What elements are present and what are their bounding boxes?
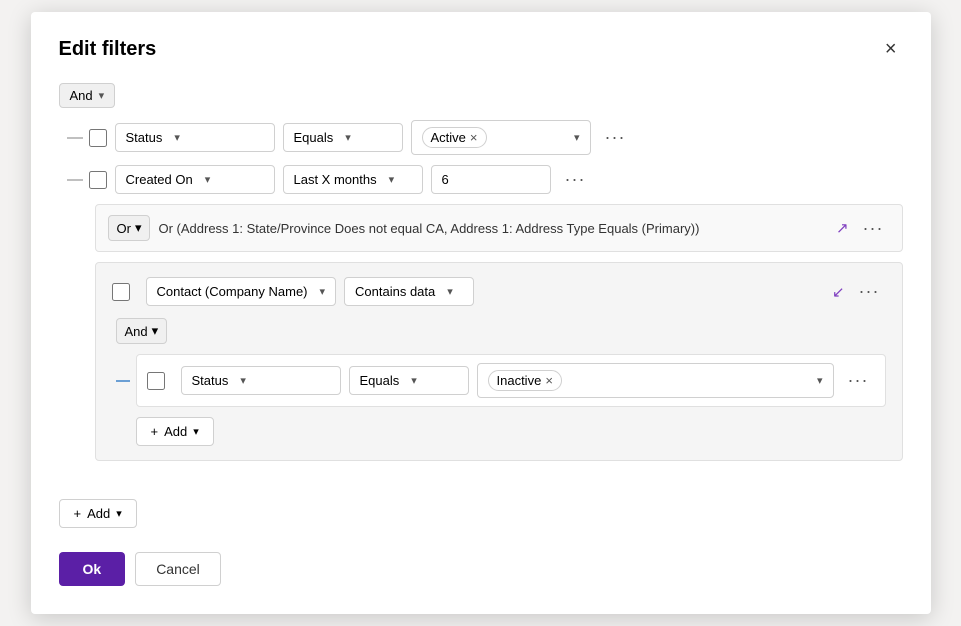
dialog-title: Edit filters [59,38,157,61]
bottom-add-plus: + [74,506,82,521]
bottom-add-label: Add [87,506,110,521]
edit-filters-dialog: Edit filters × And ▾ Status ▾ Equals ▾ [31,12,931,614]
filter2-field-chevron: ▾ [205,173,211,186]
filter1-operator-chevron: ▾ [345,131,351,144]
filter1-operator-select[interactable]: Equals ▾ [283,123,403,152]
nested-inner-checkbox[interactable] [147,372,165,390]
filter2-checkbox[interactable] [89,171,107,189]
and-tag-label: And [70,88,93,103]
filter2-field-select[interactable]: Created On ▾ [115,165,275,194]
filter1-chip-close[interactable]: × [470,130,478,145]
filter2-controls: Created On ▾ Last X months ▾ 6 ··· [115,165,903,194]
nested-inner-field-chevron: ▾ [240,374,246,387]
filter-row-2: Created On ▾ Last X months ▾ 6 ··· [59,165,903,194]
nested-inner-more-button[interactable]: ··· [842,368,875,393]
bottom-add-button[interactable]: + Add ▾ [59,499,137,528]
filter1-operator-label: Equals [294,130,334,145]
filter1-chip-label: Active [431,130,466,145]
filter1-field-select[interactable]: Status ▾ [115,123,275,152]
or-tag-label: Or [117,221,131,236]
nested-field-select[interactable]: Contact (Company Name) ▾ [146,277,337,306]
bottom-add-wrapper: + Add ▾ [59,489,903,528]
nested-inner-chip-close[interactable]: × [545,373,553,388]
nested-add-wrapper: + Add ▾ [136,407,886,446]
nested-inner-operator-select[interactable]: Equals ▾ [349,366,469,395]
or-tag-chevron: ▾ [135,220,142,236]
filter1-value-field[interactable]: Active × ▾ [411,120,591,155]
nested-and-label: And [125,324,148,339]
nested-hline [116,380,130,382]
nested-add-button[interactable]: + Add ▾ [136,417,214,446]
filter2-operator-chevron: ▾ [389,173,395,186]
nested-group: Contact (Company Name) ▾ Contains data ▾… [95,262,903,461]
nested-field-label: Contact (Company Name) [157,284,308,299]
or-group-description: Or (Address 1: State/Province Does not e… [158,221,827,236]
bottom-add-chevron: ▾ [116,507,122,520]
nested-and-chevron: ▾ [152,323,159,339]
connector-2 [59,179,89,181]
or-tag[interactable]: Or ▾ [108,215,151,241]
filter2-field-label: Created On [126,172,193,187]
filter2-operator-select[interactable]: Last X months ▾ [283,165,423,194]
filter1-field-label: Status [126,130,163,145]
nested-group-checkbox[interactable] [112,283,130,301]
nested-inner-value-chevron: ▾ [817,374,823,387]
filter2-value-text: 6 [442,172,449,187]
or-group-more-button[interactable]: ··· [857,216,890,241]
filter2-value-field: 6 [431,165,551,194]
or-group-expand-icon[interactable]: ↗ [836,219,849,237]
dialog-header: Edit filters × [59,36,903,63]
nested-inner-chip: Inactive × [488,370,562,391]
filter1-checkbox[interactable] [89,129,107,147]
filter1-field-chevron: ▾ [174,131,180,144]
nested-group-header: Contact (Company Name) ▾ Contains data ▾… [112,277,886,306]
nested-and-tag[interactable]: And ▾ [116,318,168,344]
nested-inner-chip-label: Inactive [497,373,542,388]
filter2-operator-label: Last X months [294,172,377,187]
and-group-tag[interactable]: And ▾ [59,83,116,108]
nested-inner-field-label: Status [192,373,229,388]
filter1-value-chevron: ▾ [574,131,580,144]
ok-button[interactable]: Ok [59,552,126,586]
filter-row-1: Status ▾ Equals ▾ Active × ▾ ··· [59,120,903,155]
nested-add-label: Add [164,424,187,439]
nested-inner-operator-label: Equals [360,373,400,388]
filter1-controls: Status ▾ Equals ▾ Active × ▾ ··· [115,120,903,155]
filter1-value-chip: Active × [422,127,487,148]
filter2-more-button[interactable]: ··· [559,167,592,192]
connector-1 [59,137,89,139]
filter-rows: Status ▾ Equals ▾ Active × ▾ ··· [59,120,903,475]
filter1-more-button[interactable]: ··· [599,125,632,150]
close-button[interactable]: × [879,36,903,63]
cancel-button[interactable]: Cancel [135,552,221,586]
nested-add-chevron: ▾ [193,425,199,438]
nested-filter-row: Status ▾ Equals ▾ Inactive × ▾ ·· [136,354,886,407]
or-group-row: Or ▾ Or (Address 1: State/Province Does … [95,204,903,252]
nested-inner-row: Status ▾ Equals ▾ Inactive × ▾ ·· [116,354,886,407]
nested-add-plus: + [151,424,159,439]
nested-group-collapse-icon[interactable]: ↙ [832,283,845,301]
nested-inner-value-field[interactable]: Inactive × ▾ [477,363,834,398]
and-tag-chevron: ▾ [99,89,105,102]
nested-operator-select[interactable]: Contains data ▾ [344,277,474,306]
nested-group-more-button[interactable]: ··· [853,279,886,304]
nested-operator-label: Contains data [355,284,435,299]
dialog-footer: Ok Cancel [59,552,903,586]
nested-inner-operator-chevron: ▾ [411,374,417,387]
nested-operator-chevron: ▾ [447,285,453,298]
nested-inner-field-select[interactable]: Status ▾ [181,366,341,395]
nested-field-chevron: ▾ [320,285,326,298]
